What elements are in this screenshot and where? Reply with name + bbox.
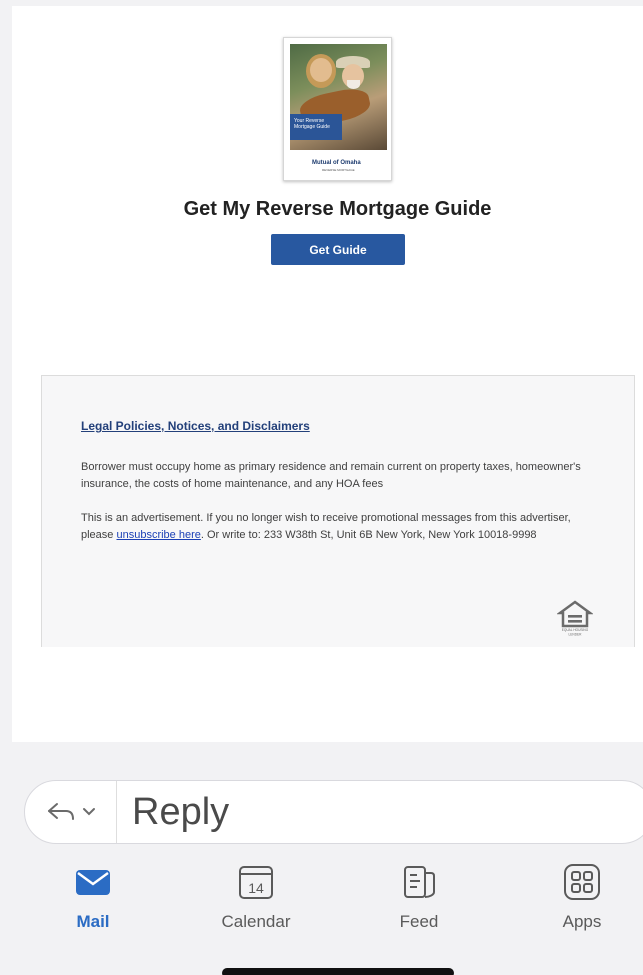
mail-icon	[76, 870, 110, 895]
svg-text:14: 14	[248, 880, 264, 896]
tab-mail-label: Mail	[76, 912, 110, 931]
calendar-icon: 14	[239, 866, 273, 899]
svg-text:EQUAL HOUSING: EQUAL HOUSING	[562, 628, 589, 632]
svg-text:LENDER: LENDER	[569, 633, 583, 637]
reply-arrow-icon[interactable]	[46, 800, 76, 824]
tab-calendar-label: Calendar	[221, 912, 291, 931]
legal-footer: Legal Policies, Notices, and Disclaimers…	[41, 375, 635, 647]
reply-bar[interactable]: Reply	[24, 780, 643, 844]
cover-title: Your Reverse Mortgage Guide	[290, 114, 342, 140]
legal-paragraph-borrower: Borrower must occupy home as primary res…	[81, 461, 581, 490]
legal-policies-link[interactable]: Legal Policies, Notices, and Disclaimers	[81, 419, 310, 433]
email-headline: Get My Reverse Mortgage Guide	[183, 198, 492, 220]
reply-label[interactable]: Reply	[132, 791, 229, 834]
equal-housing-lender-icon: EQUAL HOUSING LENDER	[557, 600, 593, 637]
brand-logo: Mutual of Omaha	[312, 160, 361, 166]
unsubscribe-link[interactable]: unsubscribe here	[116, 529, 200, 541]
brand-logo-sub: REVERSE MORTGAGE	[322, 168, 355, 172]
tab-calendar[interactable]: 14 Calendar	[211, 862, 301, 942]
chevron-down-icon[interactable]	[82, 807, 96, 817]
tab-apps[interactable]: Apps	[537, 862, 627, 942]
reply-options[interactable]	[25, 781, 117, 843]
tab-feed[interactable]: Feed	[374, 862, 464, 942]
tab-feed-label: Feed	[399, 912, 439, 931]
legal-paragraph-advertisement: This is an advertisement. If you no long…	[81, 512, 571, 541]
tab-apps-label: Apps	[562, 912, 602, 931]
apps-icon	[564, 864, 600, 900]
get-guide-button[interactable]: Get Guide	[271, 234, 405, 265]
home-indicator	[222, 968, 454, 975]
tab-mail[interactable]: Mail	[48, 862, 138, 942]
guide-cover-image[interactable]: Your Reverse Mortgage Guide Mutual of Om…	[283, 37, 392, 181]
feed-icon	[404, 866, 435, 898]
